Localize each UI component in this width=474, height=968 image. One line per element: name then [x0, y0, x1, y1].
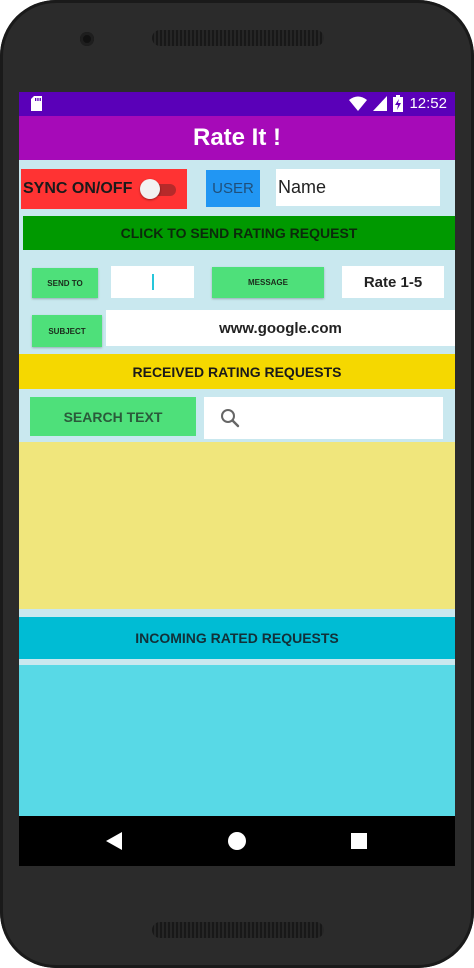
switch-thumb — [140, 179, 161, 199]
front-camera — [80, 32, 94, 46]
search-text-button[interactable]: SEARCH TEXT — [30, 397, 196, 436]
search-box[interactable] — [204, 397, 443, 439]
screen: 12:52 Rate It ! SYNC ON/OFF USER Name CL… — [19, 92, 455, 866]
sync-switch[interactable] — [140, 179, 177, 199]
subject-input[interactable]: www.google.com — [106, 310, 455, 346]
incoming-rated-requests-list[interactable] — [19, 665, 455, 816]
bottom-speaker — [152, 922, 324, 938]
send-rating-request-button[interactable]: CLICK TO SEND RATING REQUEST — [23, 216, 455, 250]
recents-icon — [351, 833, 367, 849]
sd-card-icon — [31, 96, 42, 111]
navigation-bar — [19, 816, 455, 866]
name-input[interactable]: Name — [276, 169, 440, 206]
message-input[interactable]: Rate 1-5 — [342, 266, 444, 298]
recents-button[interactable] — [339, 816, 379, 866]
status-bar: 12:52 — [19, 92, 455, 116]
send-to-button[interactable]: SEND TO — [32, 268, 98, 298]
search-icon — [221, 409, 240, 428]
clock: 12:52 — [409, 95, 447, 112]
send-to-input[interactable] — [111, 266, 194, 298]
home-icon — [228, 832, 246, 850]
received-requests-list[interactable] — [19, 442, 455, 609]
received-requests-header: RECEIVED RATING REQUESTS — [19, 354, 455, 389]
subject-button[interactable]: SUBJECT — [32, 315, 102, 347]
top-speaker — [152, 30, 324, 46]
text-cursor — [151, 274, 154, 290]
user-button[interactable]: USER — [206, 170, 260, 207]
back-icon — [106, 832, 122, 850]
sync-label: SYNC ON/OFF — [23, 180, 133, 197]
message-button[interactable]: MESSAGE — [212, 267, 324, 298]
wifi-icon — [349, 96, 368, 111]
battery-charging-icon — [393, 95, 404, 112]
signal-icon — [373, 96, 388, 111]
app-title: Rate It ! — [19, 116, 455, 160]
back-button[interactable] — [94, 816, 134, 866]
incoming-rated-requests-header: INCOMING RATED REQUESTS — [19, 617, 455, 659]
sync-toggle-row[interactable]: SYNC ON/OFF — [21, 169, 187, 209]
home-button[interactable] — [217, 816, 257, 866]
phone-frame: 12:52 Rate It ! SYNC ON/OFF USER Name CL… — [0, 0, 474, 968]
